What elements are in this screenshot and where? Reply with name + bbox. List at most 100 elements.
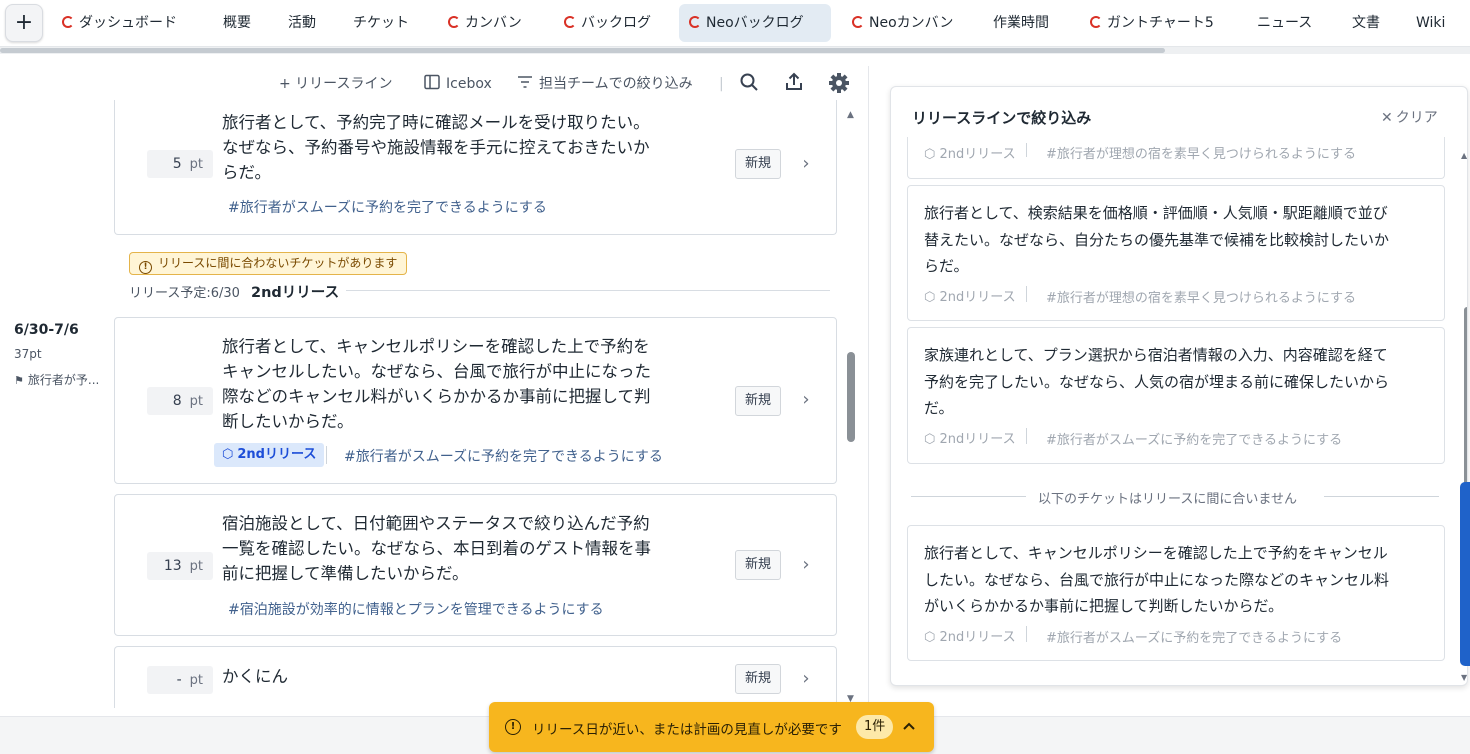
late-ticket-card[interactable]: 旅行者として、キャンセルポリシーを確認した上で予約をキャンセル したい。なぜなら… <box>907 525 1445 661</box>
meta-separator <box>1026 286 1027 302</box>
story-points[interactable]: 8 pt <box>147 387 213 415</box>
icebox-label: Icebox <box>446 76 492 92</box>
points-unit: pt <box>189 559 203 574</box>
tab-documents[interactable]: 文書 <box>1342 4 1390 42</box>
story-points[interactable]: 5 pt <box>147 150 213 178</box>
tab-overview[interactable]: 概要 <box>213 4 261 42</box>
divider-line <box>1324 496 1439 497</box>
tab-label: 作業時間 <box>993 15 1049 31</box>
meta-separator <box>1026 143 1027 157</box>
epic-tag[interactable]: #旅行者がスムーズに予約を完了できるようにする <box>228 197 547 217</box>
subject-line: 旅行者として、予約完了時に確認メールを受け取りたい。 <box>222 113 650 132</box>
chevron-right-icon[interactable]: › <box>798 154 814 174</box>
ticket-release: ⬡ 2ndリリース <box>924 428 1016 447</box>
ticket-card[interactable]: 13 pt 宿泊施設として、日付範囲やステータスで絞り込んだ予約 一覧を確認したい… <box>114 494 837 636</box>
tab-dashboard[interactable]: ダッシュボード <box>52 4 187 42</box>
release-notification-banner[interactable]: ! リリース日が近い、または計画の見直しが必要です 1件 <box>489 702 934 752</box>
epic-tag[interactable]: #旅行者がスムーズに予約を完了できるようにする <box>344 446 663 466</box>
sprint-dates: 6/30-7/6 <box>14 322 79 338</box>
tab-label: ニュース <box>1257 15 1313 31</box>
subject-line: だ。 <box>924 399 954 417</box>
status-button[interactable]: 新規 <box>735 664 781 694</box>
logo-icon <box>852 16 864 28</box>
release-chip[interactable]: ⬡ 2ndリリース <box>214 443 325 467</box>
notification-count-badge: 1件 <box>856 715 894 739</box>
chevron-right-icon[interactable]: › <box>798 669 814 689</box>
nav-scrollbar-thumb[interactable] <box>0 48 1165 53</box>
subject-line: 断したいからだ。 <box>222 412 354 431</box>
tab-label: 活動 <box>288 15 316 31</box>
chevron-right-icon[interactable]: › <box>798 390 814 410</box>
tab-tickets[interactable]: チケット <box>343 4 419 42</box>
tab-wiki[interactable]: Wiki <box>1406 4 1455 42</box>
tab-label: ガントチャート5 <box>1107 15 1214 31</box>
release-name[interactable]: 2ndリリース <box>251 281 339 302</box>
filtered-ticket-card[interactable]: ⬡ 2ndリリース #旅行者が理想の宿を素早く見つけられるようにする <box>907 137 1445 179</box>
ticket-card[interactable]: 8 pt 旅行者として、キャンセルポリシーを確認した上で予約を キャンセルしたい。… <box>114 317 837 484</box>
scroll-up-icon[interactable]: ▲ <box>1461 151 1467 160</box>
backlog-scrollbar-thumb[interactable] <box>847 352 855 442</box>
sprint-points: 37pt <box>14 347 42 361</box>
tab-gantt[interactable]: ガントチャート5 <box>1080 4 1224 42</box>
filtered-ticket-card[interactable]: 旅行者として、検索結果を価格順・評価順・人気順・駅距離順で並び 替えたい。なぜな… <box>907 185 1445 321</box>
top-navigation: + ダッシュボード 概要 活動 チケット カンバン バックログ Neoバックログ… <box>0 0 1470 48</box>
points-value: 5 <box>172 156 182 172</box>
ticket-epic: #旅行者が理想の宿を素早く見つけられるようにする <box>1046 291 1357 306</box>
tab-label: バックログ <box>581 15 651 31</box>
export-icon[interactable] <box>782 72 806 96</box>
release-chip-label: 2ndリリース <box>237 447 317 462</box>
tab-neo-backlog[interactable]: Neoバックログ <box>679 4 831 42</box>
search-icon[interactable] <box>737 72 761 96</box>
release-label: 2ndリリース <box>939 630 1016 645</box>
tab-backlog[interactable]: バックログ <box>554 4 661 42</box>
icebox-button[interactable]: Icebox <box>424 72 492 96</box>
epic-tag[interactable]: #宿泊施設が効率的に情報とプランを管理できるようにする <box>228 599 604 619</box>
nav-scrollbar[interactable] <box>0 46 1470 54</box>
ticket-card[interactable]: - pt かくにん 新規 › <box>114 646 837 708</box>
ticket-subject: 旅行者として、キャンセルポリシーを確認した上で予約をキャンセル したい。なぜなら… <box>924 540 1432 620</box>
warning-icon: ! <box>505 719 521 735</box>
team-filter-button[interactable]: 担当チームでの絞り込み <box>517 72 693 96</box>
cube-icon: ⬡ <box>924 630 940 645</box>
meta-separator <box>326 446 327 464</box>
logo-icon <box>62 16 74 28</box>
release-label: 2ndリリース <box>939 290 1016 305</box>
story-points[interactable]: 13 pt <box>147 552 213 580</box>
tab-news[interactable]: ニュース <box>1247 4 1322 42</box>
chevron-up-icon[interactable] <box>899 715 919 737</box>
gear-icon[interactable] <box>827 72 851 96</box>
add-release-line-button[interactable]: + リリースライン <box>279 72 392 96</box>
ticket-card[interactable]: 5 pt 旅行者として、予約完了時に確認メールを受け取りたい。 なぜなら、予約番号… <box>114 100 837 235</box>
sprint-goal-label: 旅行者が予... <box>27 373 100 387</box>
release-label: 2ndリリース <box>939 147 1016 162</box>
filtered-ticket-card[interactable]: 家族連れとして、プラン選択から宿泊者情報の入力、内容確認を経て 予約を完了したい… <box>907 327 1445 464</box>
tab-neo-kanban[interactable]: Neoカンバン <box>842 4 963 42</box>
scroll-up-icon[interactable]: ▲ <box>847 110 854 120</box>
add-button[interactable]: + <box>5 4 43 42</box>
tab-kanban[interactable]: カンバン <box>438 4 532 42</box>
status-button[interactable]: 新規 <box>735 386 781 416</box>
subject-line: 予約を完了したい。なぜなら、人気の宿が埋まる前に確保したいから <box>924 372 1390 391</box>
cube-icon: ⬡ <box>924 290 940 305</box>
subject-line: キャンセルしたい。なぜなら、台風で旅行が中止になった <box>222 362 651 381</box>
cube-icon: ⬡ <box>924 432 940 447</box>
release-line-divider <box>346 290 830 291</box>
tab-time-entries[interactable]: 作業時間 <box>983 4 1059 42</box>
subject-line: かくにん <box>222 667 288 686</box>
ticket-epic: #旅行者がスムーズに予約を完了できるようにする <box>1046 433 1343 448</box>
scroll-down-icon[interactable]: ▼ <box>1461 673 1467 682</box>
tab-activity[interactable]: 活動 <box>278 4 326 42</box>
side-drawer-handle[interactable] <box>1460 482 1470 666</box>
status-button[interactable]: 新規 <box>735 149 781 179</box>
cube-icon: ⬡ <box>924 147 940 162</box>
late-tickets-divider: 以下のチケットはリリースに間に合いません <box>1038 492 1297 507</box>
story-points[interactable]: - pt <box>147 666 213 694</box>
status-button[interactable]: 新規 <box>735 550 781 580</box>
close-icon: ✕ <box>1381 110 1393 126</box>
tab-label: Wiki <box>1416 15 1446 31</box>
logo-icon <box>448 16 460 28</box>
chevron-right-icon[interactable]: › <box>798 555 814 575</box>
toolbar-separator: | <box>719 76 724 92</box>
clear-button[interactable]: ✕ クリア <box>1381 107 1438 127</box>
notification-text: リリース日が近い、または計画の見直しが必要です <box>532 722 842 738</box>
